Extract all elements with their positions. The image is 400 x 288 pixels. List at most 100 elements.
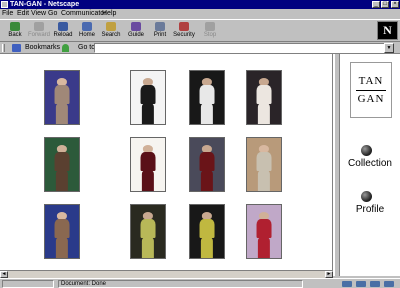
photo-r3c1[interactable] (44, 204, 80, 259)
photo-r2c2[interactable] (130, 137, 166, 192)
back-button[interactable]: Back (4, 22, 26, 42)
collection-link[interactable]: Collection (340, 158, 400, 169)
guide-button[interactable]: Guide (125, 22, 147, 42)
composer-icon[interactable] (384, 281, 394, 287)
photo-r3c3[interactable] (189, 204, 225, 259)
model-torso (199, 151, 215, 171)
security-button[interactable]: Security (173, 22, 195, 42)
brand-logo-line1: TAN (358, 75, 384, 87)
menu-go[interactable]: Go (48, 9, 57, 19)
forward-button[interactable]: Forward (28, 22, 50, 42)
lock-icon (179, 22, 189, 31)
title-bar: TAN-GAN - Netscape _ □ × (0, 0, 400, 9)
model-torso (140, 218, 156, 238)
newsgroups-icon[interactable] (370, 281, 380, 287)
scroll-left-button[interactable]: ◄ (0, 271, 8, 278)
model-torso (54, 84, 70, 104)
home-button[interactable]: Home (76, 22, 98, 42)
model-torso (199, 218, 215, 238)
close-button[interactable]: × (391, 1, 399, 8)
navigation-toolbar: Back Forward Reload Home Search Guide Print Sec… (0, 19, 400, 42)
model-torso (256, 84, 272, 104)
maximize-button[interactable]: □ (381, 1, 389, 8)
stop-button[interactable]: Stop (199, 22, 221, 42)
toolbar-button-label: Security (173, 32, 195, 38)
menu-view[interactable]: View (31, 9, 46, 19)
toolbar-button-label: Stop (203, 32, 217, 38)
model-legs (257, 169, 271, 191)
print-icon (155, 22, 165, 31)
profile-link[interactable]: Profile (340, 204, 400, 215)
toolbar-button-label: Forward (28, 32, 51, 38)
component-bar (306, 280, 398, 288)
location-icon[interactable] (62, 44, 69, 52)
model-legs (200, 169, 214, 191)
model-legs (257, 236, 271, 258)
mail-icon[interactable] (356, 281, 366, 287)
minimize-button[interactable]: _ (372, 1, 380, 8)
logo-rule (356, 90, 386, 91)
toolbar-button-label: Home (78, 32, 95, 38)
model-legs (200, 236, 214, 258)
horizontal-scrollbar[interactable]: ◄ ► (0, 270, 333, 278)
model-torso (256, 151, 272, 171)
photo-r2c3[interactable] (189, 137, 225, 192)
guide-icon (131, 22, 141, 31)
bookmarks-icon[interactable] (12, 44, 21, 52)
menu-help[interactable]: Help (102, 9, 116, 19)
nav-frame: TAN GAN Collection Profile (340, 54, 400, 276)
brand-logo[interactable]: TAN GAN (350, 62, 392, 118)
menu-communicator[interactable]: Communicator (61, 9, 107, 19)
status-bar: Document: Done (0, 278, 400, 288)
reload-button[interactable]: Reload (52, 22, 74, 42)
photo-r1c2[interactable] (130, 70, 166, 125)
photo-r1c4[interactable] (246, 70, 282, 125)
photo-r1c3[interactable] (189, 70, 225, 125)
model-legs (55, 236, 69, 258)
app-icon[interactable] (1, 1, 8, 8)
model-torso (199, 84, 215, 104)
photo-r3c4[interactable] (246, 204, 282, 259)
forward-arrow-icon (34, 22, 44, 31)
browser-content: TAN GAN Collection Profile (0, 54, 400, 276)
window-title: TAN-GAN - Netscape (10, 1, 80, 8)
model-legs (141, 236, 155, 258)
model-torso (54, 151, 70, 171)
print-button[interactable]: Print (149, 22, 171, 42)
security-indicator[interactable] (2, 280, 54, 288)
url-dropdown-button[interactable]: ▼ (384, 43, 394, 53)
brand-logo-line2: GAN (357, 93, 385, 105)
navigator-icon[interactable] (342, 281, 352, 287)
url-input[interactable] (94, 43, 394, 53)
toolbar-button-label: Reload (53, 32, 73, 38)
photo-r3c2[interactable] (130, 204, 166, 259)
toolbar-button-label: Print (153, 32, 167, 38)
toolbar-button-label: Back (8, 32, 22, 38)
menu-bar: File Edit View Go Communicator Help (0, 9, 400, 19)
toolbar-button-label: Search (101, 32, 121, 38)
model-legs (55, 102, 69, 124)
model-legs (200, 102, 214, 124)
menu-edit[interactable]: Edit (17, 9, 29, 19)
model-legs (55, 169, 69, 191)
status-text: Document: Done (58, 280, 303, 288)
photo-r2c4[interactable] (246, 137, 282, 192)
gallery-frame (0, 54, 333, 276)
model-torso (140, 84, 156, 104)
profile-bullet-icon[interactable] (361, 191, 372, 202)
photo-r1c1[interactable] (44, 70, 80, 125)
model-torso (256, 218, 272, 238)
location-bar: Bookmarks Go to: ▼ (0, 42, 400, 54)
model-torso (54, 218, 70, 238)
search-button[interactable]: Search (100, 22, 122, 42)
toolbar-grip[interactable] (2, 44, 5, 52)
photo-r2c1[interactable] (44, 137, 80, 192)
menu-file[interactable]: File (2, 9, 13, 19)
search-icon (106, 22, 116, 31)
scroll-right-button[interactable]: ► (325, 271, 333, 278)
model-legs (141, 102, 155, 124)
model-torso (140, 151, 156, 171)
netscape-logo-icon[interactable]: N (377, 21, 398, 40)
bookmarks-button[interactable]: Bookmarks (25, 42, 60, 54)
collection-bullet-icon[interactable] (361, 145, 372, 156)
